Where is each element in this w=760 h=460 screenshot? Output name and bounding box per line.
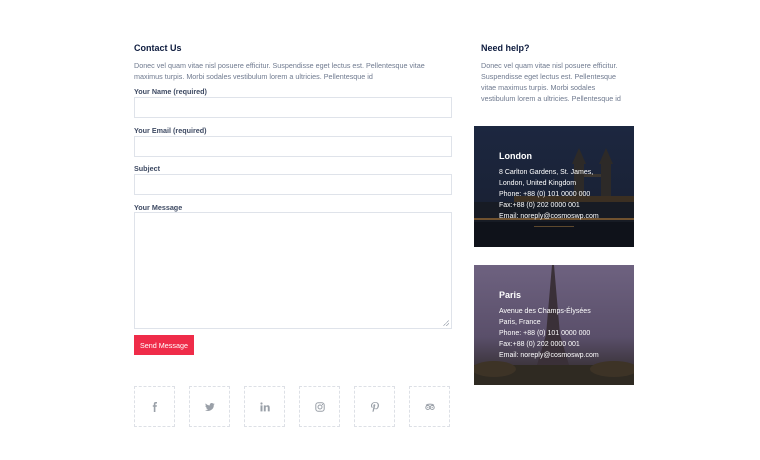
facebook-icon <box>152 401 157 412</box>
contact-form: Contact Us Donec vel quam vitae nisl pos… <box>134 42 454 372</box>
twitter-link[interactable] <box>189 386 230 427</box>
office-phone: Phone: +88 (0) 101 0000 000 <box>499 191 591 198</box>
linkedin-link[interactable] <box>244 386 285 427</box>
linkedin-icon <box>259 401 270 411</box>
tripadvisor-icon <box>424 403 435 410</box>
contact-description: Donec vel quam vitae nisl posuere effici… <box>134 61 425 81</box>
subject-field[interactable] <box>135 176 451 195</box>
message-field[interactable] <box>135 213 451 328</box>
office-card-london: London 8 Carlton Gardens, St. James, Lon… <box>474 126 634 247</box>
office-address-2: London, United Kingdom <box>499 180 577 187</box>
email-field-box <box>134 136 452 157</box>
office-address-2: Paris, France <box>499 319 541 326</box>
office-phone: Phone: +88 (0) 101 0000 000 <box>499 330 591 337</box>
pinterest-link[interactable] <box>354 386 395 427</box>
name-field-box <box>134 97 452 118</box>
message-field-box <box>134 212 452 329</box>
office-email: Email: noreply@cosmoswp.com <box>499 352 599 359</box>
email-label: Your Email (required) <box>134 126 207 135</box>
subject-label: Subject <box>134 164 160 173</box>
name-field[interactable] <box>135 99 451 118</box>
help-section: Need help? Donec vel quam vitae nisl pos… <box>481 42 641 104</box>
pinterest-icon <box>370 401 379 412</box>
office-fax: Fax:+88 (0) 202 0000 001 <box>499 202 580 209</box>
tripadvisor-link[interactable] <box>409 386 450 427</box>
office-card-paris: Paris Avenue des Champs-Élysées Paris, F… <box>474 265 634 385</box>
office-city: Paris <box>499 290 522 300</box>
office-fax: Fax:+88 (0) 202 0000 001 <box>499 341 580 348</box>
subject-field-box <box>134 174 452 195</box>
london-details: London 8 Carlton Gardens, St. James, Lon… <box>499 151 599 222</box>
paris-details: Paris Avenue des Champs-Élysées Paris, F… <box>499 290 599 361</box>
resize-handle-icon[interactable] <box>443 320 449 326</box>
facebook-link[interactable] <box>134 386 175 427</box>
message-label: Your Message <box>134 203 183 212</box>
instagram-icon <box>314 401 325 412</box>
email-field[interactable] <box>135 138 451 157</box>
office-email: Email: noreply@cosmoswp.com <box>499 213 599 220</box>
help-title: Need help? <box>481 43 530 53</box>
office-address-1: 8 Carlton Gardens, St. James, <box>499 169 594 176</box>
contact-title: Contact Us <box>134 43 182 53</box>
name-label: Your Name (required) <box>134 87 207 96</box>
social-links <box>134 386 450 427</box>
twitter-icon <box>204 402 215 411</box>
help-description: Donec vel quam vitae nisl posuere effici… <box>481 61 621 103</box>
office-address-1: Avenue des Champs-Élysées <box>499 308 591 315</box>
instagram-link[interactable] <box>299 386 340 427</box>
office-city: London <box>499 151 532 161</box>
page: Contact Us Donec vel quam vitae nisl pos… <box>0 0 760 460</box>
send-message-button[interactable]: Send Message <box>134 335 194 355</box>
